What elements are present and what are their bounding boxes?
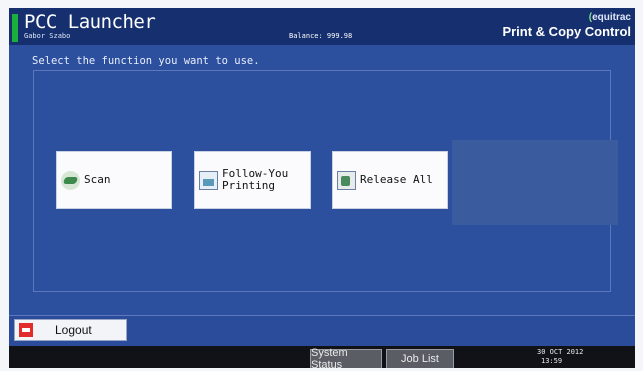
user-name: Gabor Szabo — [24, 32, 71, 40]
empty-function-slot — [452, 140, 618, 225]
launcher-screen: PCC Launcher Gabor Szabo Balance: 999.98… — [9, 8, 635, 368]
scan-button[interactable]: Scan — [56, 151, 172, 209]
equitrac-logo: (equitrac — [502, 12, 631, 24]
logout-label: Logout — [55, 323, 92, 337]
release-all-label: Release All — [360, 173, 433, 186]
date-time-display: 30 OCT 2012 13:59 — [537, 348, 583, 366]
date-text: 30 OCT 2012 — [537, 348, 584, 356]
release-all-button[interactable]: Release All — [332, 151, 448, 209]
time-text: 13:59 — [541, 357, 563, 365]
scan-button-label: Scan — [84, 173, 111, 186]
system-status-button[interactable]: System Status — [310, 347, 382, 368]
scan-icon — [61, 170, 80, 190]
follow-you-printing-button[interactable]: Follow-You Printing — [194, 151, 311, 209]
logout-button[interactable]: Logout — [14, 319, 127, 341]
header-bar: PCC Launcher Gabor Szabo Balance: 999.98… — [9, 8, 635, 45]
logout-icon — [19, 323, 33, 337]
app-title: PCC Launcher — [24, 11, 156, 33]
brand-block: (equitrac Print & Copy Control — [502, 12, 631, 39]
release-all-icon — [337, 170, 356, 190]
brand-tagline: Print & Copy Control — [502, 24, 631, 39]
job-list-button[interactable]: Job List — [386, 349, 454, 368]
balance-display: Balance: 999.98 — [289, 32, 353, 40]
status-accent-bar — [12, 14, 18, 42]
follow-you-printing-label: Follow-You Printing — [222, 167, 289, 192]
document-print-icon — [199, 170, 218, 190]
instruction-text: Select the function you want to use. — [32, 55, 260, 67]
brand-logo-text: equitrac — [592, 12, 631, 23]
